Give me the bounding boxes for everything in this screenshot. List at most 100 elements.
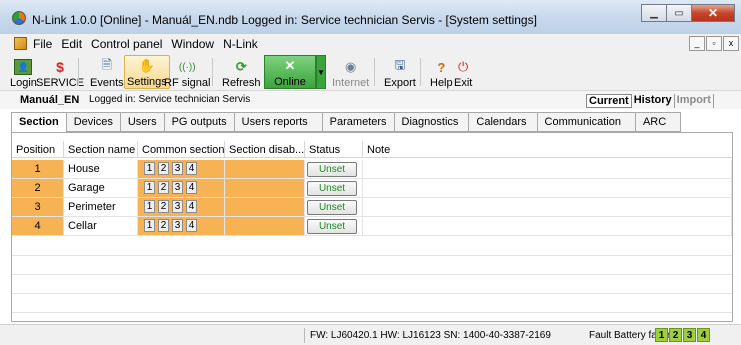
common-section-checkbox[interactable]: 3 bbox=[172, 200, 183, 213]
unset-button[interactable]: Unset bbox=[307, 200, 357, 215]
common-section-checkbox[interactable]: 4 bbox=[186, 181, 197, 194]
mdi-restore-icon[interactable]: ▫ bbox=[706, 36, 722, 51]
tab-section[interactable]: Section bbox=[11, 112, 67, 133]
internet-button[interactable]: ◉ Internet bbox=[330, 55, 371, 89]
service-icon: $ bbox=[56, 59, 64, 75]
common-section-checkbox[interactable]: 2 bbox=[158, 181, 169, 194]
online-button[interactable]: ✕ Online bbox=[264, 55, 316, 89]
empty-row-line bbox=[12, 255, 732, 256]
common-section-checkbox[interactable]: 2 bbox=[158, 162, 169, 175]
tab-users[interactable]: Users bbox=[120, 112, 165, 132]
menu-n-link[interactable]: N-Link bbox=[223, 37, 258, 51]
tab-diagnostics[interactable]: Diagnostics bbox=[394, 112, 470, 132]
common-section-checkbox[interactable]: 4 bbox=[186, 219, 197, 232]
note-cell[interactable] bbox=[363, 160, 732, 179]
column-header-note[interactable]: Note bbox=[363, 141, 732, 158]
position-cell: 2 bbox=[12, 179, 64, 198]
tab-pg-outputs[interactable]: PG outputs bbox=[164, 112, 235, 132]
tab-users-reports[interactable]: Users reports bbox=[234, 112, 323, 132]
mdi-minimize-icon[interactable]: _ bbox=[689, 36, 705, 51]
common-section-cell: 1234 bbox=[138, 198, 225, 217]
tab-parameters[interactable]: Parameters bbox=[322, 112, 395, 132]
close-icon[interactable]: ✕ bbox=[691, 4, 735, 22]
refresh-button[interactable]: ⟳ Refresh bbox=[220, 55, 263, 89]
section-indicator: 4 bbox=[697, 328, 710, 342]
menu-edit[interactable]: Edit bbox=[61, 37, 82, 51]
help-button[interactable]: ? Help bbox=[428, 55, 455, 90]
common-section-cell: 1234 bbox=[138, 217, 225, 236]
mdi-controls: _ ▫ x bbox=[688, 36, 739, 51]
note-cell[interactable] bbox=[363, 217, 732, 236]
tab-calendars[interactable]: Calendars bbox=[469, 112, 538, 132]
menu-control-panel[interactable]: Control panel bbox=[91, 37, 162, 51]
section-name-cell[interactable]: House bbox=[64, 160, 138, 179]
table-row[interactable]: 3 Perimeter 1234 Unset bbox=[12, 198, 732, 217]
empty-row-line bbox=[12, 312, 732, 313]
common-section-checkbox[interactable]: 3 bbox=[172, 181, 183, 194]
table-row[interactable]: 4 Cellar 1234 Unset bbox=[12, 217, 732, 236]
section-name-cell[interactable]: Cellar bbox=[64, 217, 138, 236]
view-tab-history[interactable]: History bbox=[632, 94, 675, 108]
main-toolbar: 👤 Login $ SERVICE 🗎 Events ✋ Settings ((… bbox=[0, 53, 741, 91]
rf-signal-label: RF signal bbox=[164, 77, 211, 89]
column-header-section-name[interactable]: Section name bbox=[64, 141, 138, 158]
unset-button[interactable]: Unset bbox=[307, 181, 357, 196]
exit-icon: ⏻ bbox=[458, 59, 469, 74]
table-row[interactable]: 2 Garage 1234 Unset bbox=[12, 179, 732, 198]
column-header-common-section[interactable]: Common section bbox=[138, 141, 225, 158]
common-section-checkbox[interactable]: 4 bbox=[186, 200, 197, 213]
unset-button[interactable]: Unset bbox=[307, 219, 357, 234]
tab-devices[interactable]: Devices bbox=[66, 112, 121, 132]
section-disabled-cell[interactable] bbox=[225, 160, 305, 179]
view-tab-current[interactable]: Current bbox=[586, 94, 632, 108]
section-indicator: 1 bbox=[655, 328, 668, 342]
section-name-cell[interactable]: Garage bbox=[64, 179, 138, 198]
common-section-checkbox[interactable]: 4 bbox=[186, 162, 197, 175]
database-name: Manuál_EN bbox=[20, 94, 80, 106]
common-section-checkbox[interactable]: 1 bbox=[144, 162, 155, 175]
column-header-status[interactable]: Status bbox=[305, 141, 363, 158]
status-cell: Unset bbox=[305, 198, 363, 217]
section-disabled-cell[interactable] bbox=[225, 179, 305, 198]
refresh-label: Refresh bbox=[222, 77, 261, 89]
note-cell[interactable] bbox=[363, 198, 732, 217]
common-section-checkbox[interactable]: 2 bbox=[158, 200, 169, 213]
exit-button[interactable]: ⏻ Exit bbox=[452, 55, 474, 89]
status-cell: Unset bbox=[305, 217, 363, 236]
online-dropdown-button[interactable]: ▼ bbox=[316, 55, 326, 89]
table-row[interactable]: 1 House 1234 Unset bbox=[12, 160, 732, 179]
section-disabled-cell[interactable] bbox=[225, 198, 305, 217]
section-name-cell[interactable]: Perimeter bbox=[64, 198, 138, 217]
rf-signal-icon: ((·)) bbox=[178, 61, 196, 73]
login-icon: 👤 bbox=[14, 59, 33, 75]
common-section-checkbox[interactable]: 3 bbox=[172, 219, 183, 232]
column-header-position[interactable]: Position bbox=[12, 141, 64, 158]
common-section-checkbox[interactable]: 2 bbox=[158, 219, 169, 232]
document-menu-icon[interactable] bbox=[14, 37, 27, 50]
status-bar: FW: LJ60420.1 HW: LJ16123 SN: 1400-40-33… bbox=[0, 324, 741, 345]
common-section-checkbox[interactable]: 1 bbox=[144, 219, 155, 232]
menu-window[interactable]: Window bbox=[171, 37, 214, 51]
maximize-icon[interactable]: ▭ bbox=[666, 4, 692, 22]
unset-button[interactable]: Unset bbox=[307, 162, 357, 177]
common-section-checkbox[interactable]: 1 bbox=[144, 181, 155, 194]
events-button[interactable]: 🗎 Events bbox=[88, 55, 126, 89]
note-cell[interactable] bbox=[363, 179, 732, 198]
common-section-checkbox[interactable]: 1 bbox=[144, 200, 155, 213]
section-indicator: 3 bbox=[683, 328, 696, 342]
common-section-checkbox[interactable]: 3 bbox=[172, 162, 183, 175]
menu-file[interactable]: File bbox=[33, 37, 52, 51]
mdi-close-icon[interactable]: x bbox=[723, 36, 739, 51]
tab-communication[interactable]: Communication bbox=[537, 112, 636, 132]
minimize-icon[interactable]: ▁ bbox=[641, 4, 667, 22]
export-button[interactable]: 🖫 Export bbox=[382, 55, 418, 89]
login-label: Login bbox=[10, 77, 37, 89]
section-disabled-cell[interactable] bbox=[225, 217, 305, 236]
rf-signal-button[interactable]: ((·)) RF signal bbox=[162, 55, 212, 90]
tab-arc[interactable]: ARC bbox=[635, 112, 682, 132]
view-tab-import[interactable]: Import bbox=[675, 94, 714, 108]
service-label: SERVICE bbox=[36, 77, 85, 89]
column-header-section-disabled[interactable]: Section disab... bbox=[225, 141, 305, 158]
export-label: Export bbox=[384, 77, 416, 89]
toolbar-separator bbox=[78, 58, 79, 86]
